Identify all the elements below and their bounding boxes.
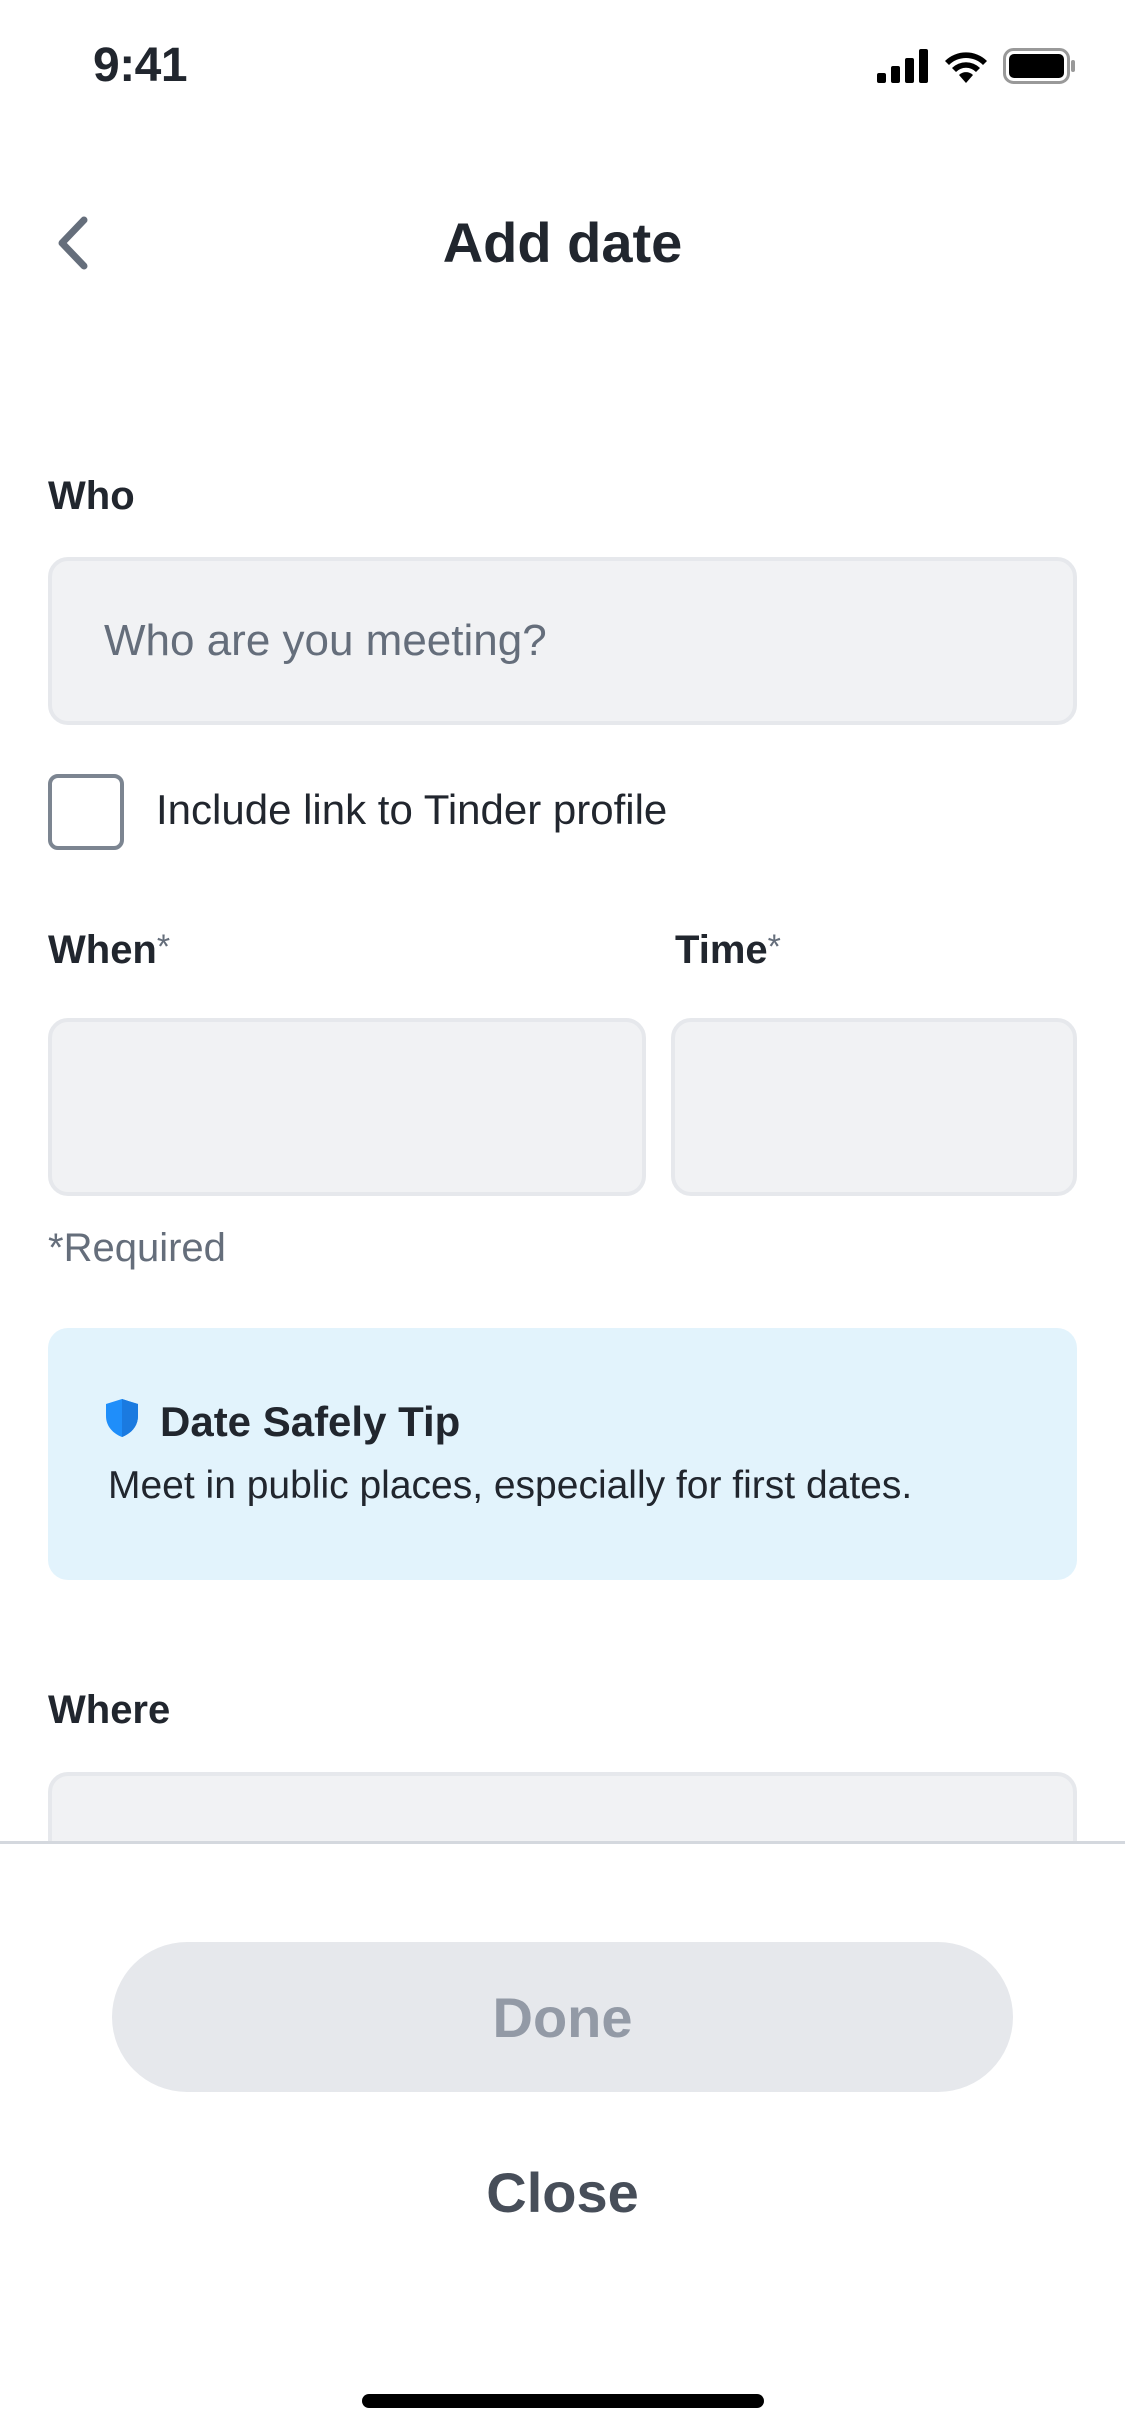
tip-body: Meet in public places, especially for fi… [108, 1464, 913, 1507]
add-date-screen: 9:41 Add date Who Include link to Tinde [0, 0, 1125, 2436]
when-required-asterisk: * [156, 928, 171, 966]
date-safely-tip-card: Date Safely Tip Meet in public places, e… [48, 1328, 1077, 1580]
done-button[interactable]: Done [112, 1942, 1013, 2092]
who-label: Who [48, 474, 135, 518]
required-note: *Required [48, 1226, 226, 1270]
include-link-checkbox[interactable] [48, 774, 124, 850]
wifi-icon [945, 52, 987, 83]
home-indicator [362, 2394, 764, 2408]
where-label: Where [48, 1688, 171, 1732]
who-input[interactable] [52, 561, 1073, 721]
cellular-signal-icon [877, 49, 928, 83]
when-input-container [48, 1018, 646, 1196]
close-button[interactable]: Close [0, 2160, 1125, 2225]
time-label: Time* [675, 928, 781, 973]
who-input-container [48, 557, 1077, 725]
time-input[interactable] [675, 1022, 1073, 1192]
when-date-input[interactable] [52, 1022, 642, 1192]
when-label: When* [48, 928, 170, 973]
when-label-text: When [48, 928, 157, 972]
include-link-label: Include link to Tinder profile [156, 786, 668, 833]
battery-icon [1003, 48, 1075, 84]
page-title: Add date [442, 211, 683, 274]
time-label-text: Time [675, 928, 768, 972]
time-required-asterisk: * [767, 928, 781, 966]
status-icons [877, 48, 1077, 84]
time-input-container [671, 1018, 1077, 1196]
status-time: 9:41 [93, 39, 188, 92]
shield-icon [106, 1399, 138, 1437]
tip-title: Date Safely Tip [160, 1398, 461, 1445]
bottom-action-sheet [0, 1844, 1125, 2436]
